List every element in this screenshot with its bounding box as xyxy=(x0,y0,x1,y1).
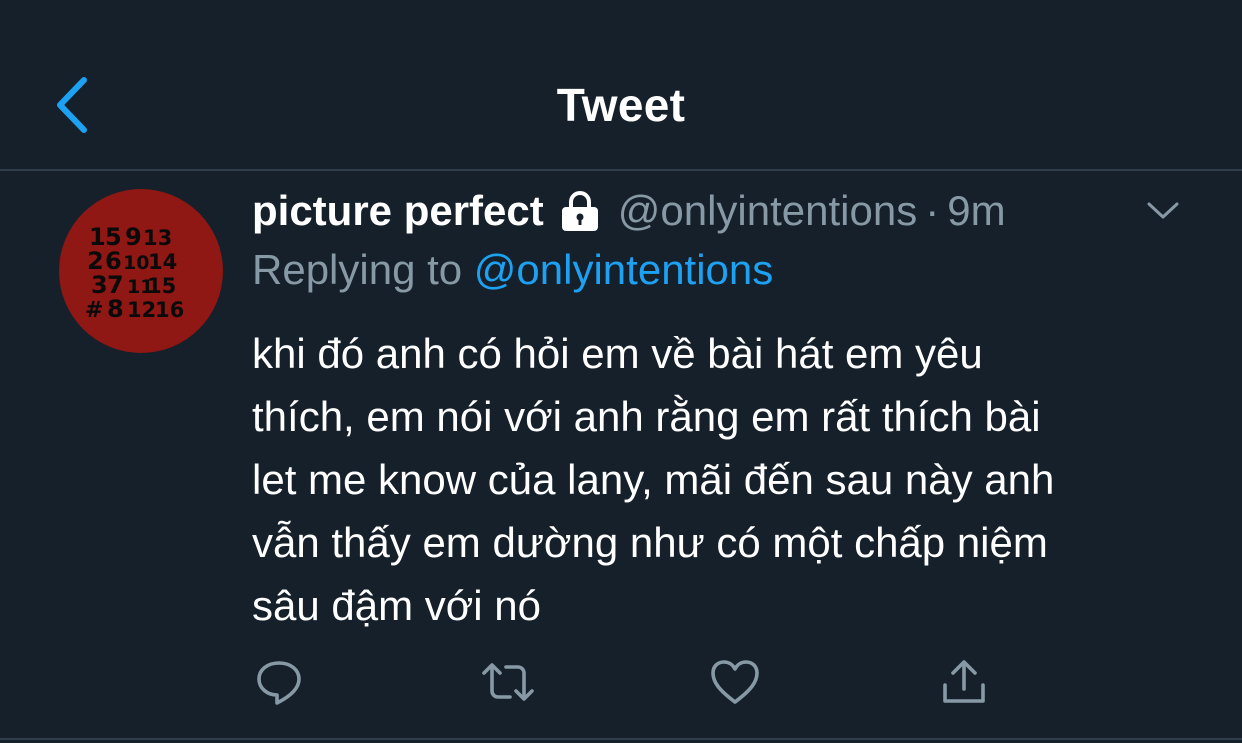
tweet-text: khi đó anh có hỏi em về bài hát em yêu t… xyxy=(252,330,1055,629)
svg-text:9: 9 xyxy=(125,223,142,251)
svg-text:8: 8 xyxy=(107,295,124,323)
tweet-author-row: picture perfect @onlyintentions · 9m xyxy=(252,184,1212,238)
page-title: Tweet xyxy=(556,79,686,131)
svg-text:10: 10 xyxy=(123,252,149,274)
retweet-icon xyxy=(482,663,534,701)
retweet-button[interactable] xyxy=(478,652,538,712)
svg-text:3: 3 xyxy=(91,271,108,299)
share-button[interactable] xyxy=(934,652,994,712)
replying-to-label: Replying to xyxy=(252,246,463,293)
like-button[interactable] xyxy=(705,652,765,712)
reply-icon xyxy=(257,661,301,705)
svg-text:15: 15 xyxy=(147,274,176,298)
tweet-action-bar xyxy=(0,652,1242,712)
display-name[interactable]: picture perfect xyxy=(252,187,544,235)
separator-dot: · xyxy=(925,187,940,234)
avatar-number-grid: 1 5 9 13 2 6 10 14 3 7 11 15 # 8 12 16 xyxy=(85,223,184,323)
divider xyxy=(0,738,1242,740)
chevron-down-icon xyxy=(1147,202,1179,219)
author-handle[interactable]: @onlyintentions xyxy=(618,187,917,235)
replying-to-handle-link[interactable]: @onlyintentions xyxy=(474,246,773,293)
svg-text:#: # xyxy=(85,298,103,323)
svg-text:16: 16 xyxy=(155,298,184,322)
svg-text:13: 13 xyxy=(143,226,172,250)
share-icon xyxy=(943,660,985,703)
heart-icon xyxy=(711,660,759,704)
tweet-timestamp: 9m xyxy=(947,187,1006,234)
top-nav-bar: Tweet xyxy=(0,0,1242,171)
tweet-options-button[interactable] xyxy=(1140,196,1186,226)
svg-text:12: 12 xyxy=(127,298,156,322)
lock-icon xyxy=(561,191,598,231)
tweet-detail-screen: Tweet 1 5 9 13 2 6 10 14 3 7 11 15 # 8 1… xyxy=(0,0,1242,743)
reply-button[interactable] xyxy=(249,652,309,712)
replying-to-line: Replying to @onlyintentions xyxy=(252,246,1212,300)
svg-text:14: 14 xyxy=(148,250,177,274)
tweet-content: picture perfect @onlyintentions · 9m Rep… xyxy=(252,184,1212,637)
avatar[interactable]: 1 5 9 13 2 6 10 14 3 7 11 15 # 8 12 16 xyxy=(59,189,223,353)
